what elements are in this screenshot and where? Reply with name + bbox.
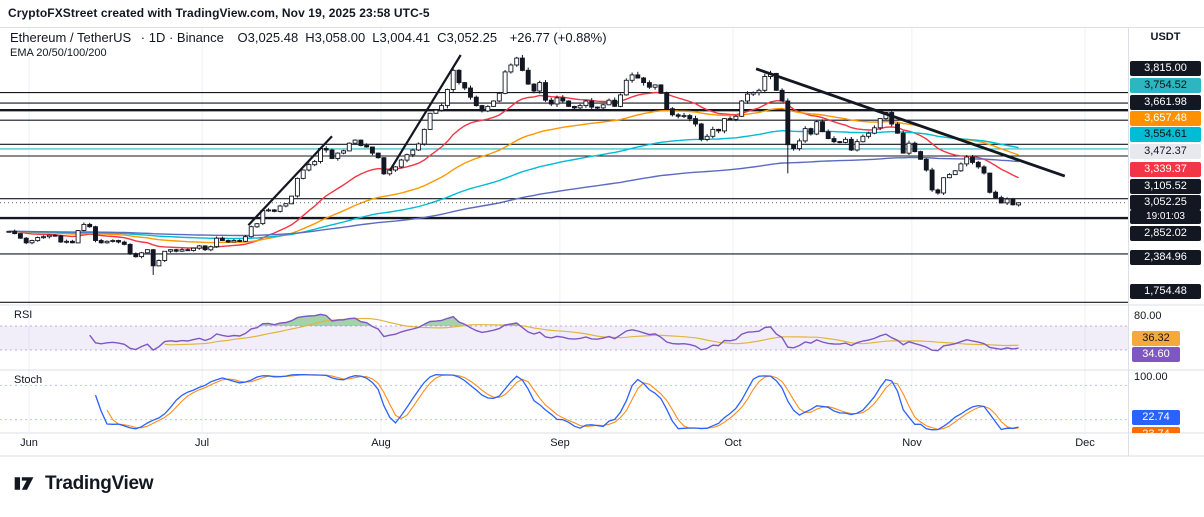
month-label: Aug [366, 437, 396, 449]
attribution-text: CryptoFXStreet created with TradingView.… [8, 6, 430, 20]
ohlc-h: H3,058.00 [305, 30, 365, 45]
ohlc-o: O3,025.48 [238, 30, 299, 45]
month-label: Dec [1070, 437, 1100, 449]
tradingview-chart-screenshot: CryptoFXStreet created with TradingView.… [0, 0, 1204, 517]
stoch-d-badge: 23.74 [1132, 427, 1180, 433]
symbol-meta: · 1D · Binance [141, 30, 224, 45]
price-label: 3,657.48 [1130, 111, 1201, 126]
price-label: 3,472.37 [1130, 144, 1201, 159]
month-label: Nov [897, 437, 927, 449]
price-label: 1,754.48 [1130, 284, 1201, 299]
price-change: +26.77 (+0.88%) [510, 30, 607, 45]
price-label: 3,754.52 [1130, 78, 1201, 93]
price-label: 3,554.61 [1130, 127, 1201, 142]
tradingview-logo[interactable]: TradingView [12, 471, 153, 496]
month-label: Jun [14, 437, 44, 449]
rsi-value-badge: 34.60 [1132, 347, 1180, 362]
price-label: 3,661.98 [1130, 95, 1201, 110]
symbol-row: Ethereum / TetherUS · 1D · Binance O3,02… [10, 30, 607, 45]
stoch-d-badge-clipped: 23.74 [1132, 427, 1180, 433]
month-label: Oct [718, 437, 748, 449]
rsi-ma-badge: 36.32 [1132, 331, 1180, 346]
month-label: Jul [187, 437, 217, 449]
symbol-title[interactable]: Ethereum / TetherUS [10, 30, 131, 45]
stoch-pane-label[interactable]: Stoch [14, 374, 42, 386]
price-label: 2,852.02 [1130, 226, 1201, 241]
rsi-pane-label[interactable]: RSI [14, 309, 32, 321]
price-label: 3,105.52 [1130, 179, 1201, 194]
stoch-k-badge: 22.74 [1132, 410, 1180, 425]
price-label: 3,339.37 [1130, 162, 1201, 177]
ohlc-l: L3,004.41 [372, 30, 430, 45]
tradingview-logo-icon [12, 471, 37, 496]
ohlc-values: O3,025.48 H3,058.00 L3,004.41 C3,052.25 [238, 30, 505, 45]
price-scale-currency[interactable]: USDT [1130, 31, 1201, 43]
price-scale[interactable]: USDT 3,815.00 3,754.52 3,661.983,657.483,5… [1128, 28, 1204, 456]
countdown-label: 19:01:03 [1130, 210, 1201, 224]
price-label: 3,052.25 [1130, 195, 1201, 210]
tradingview-logo-text: TradingView [45, 473, 153, 495]
ohlc-c: C3,052.25 [437, 30, 497, 45]
indicator-label[interactable]: EMA 20/50/100/200 [10, 47, 107, 59]
price-label: 2,384.96 [1130, 250, 1201, 265]
month-label: Sep [545, 437, 575, 449]
time-axis[interactable]: Jun Jul Aug Sep Oct Nov Dec [0, 433, 1128, 456]
price-label: 3,815.00 [1130, 61, 1201, 76]
